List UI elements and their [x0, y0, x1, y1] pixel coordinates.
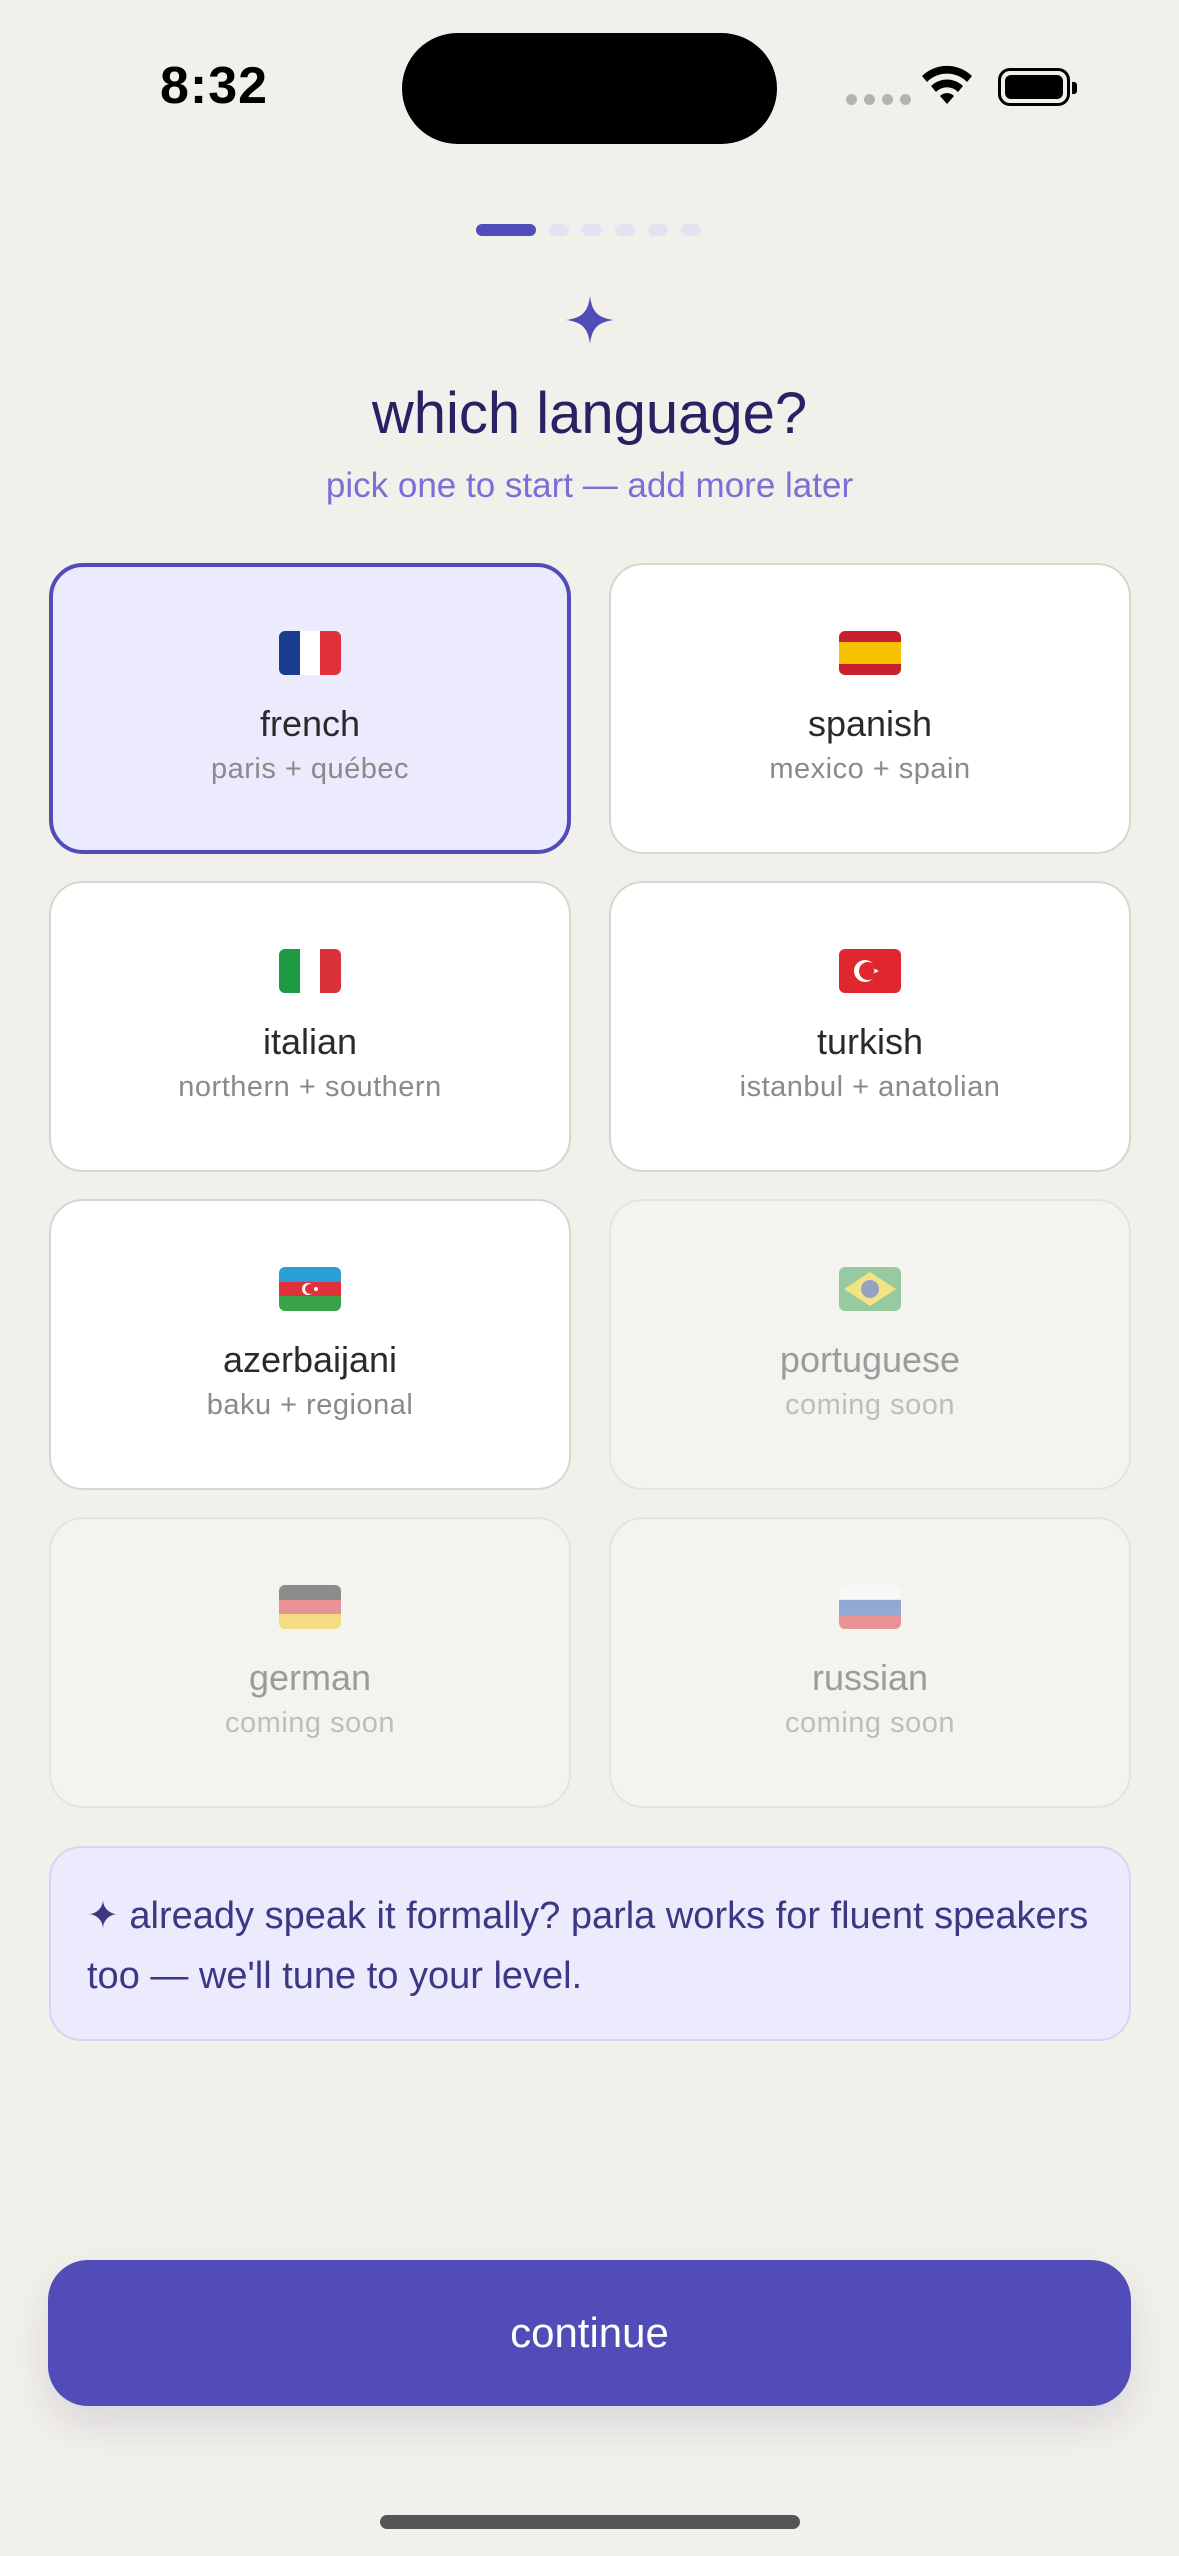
language-name: german — [248, 1657, 372, 1698]
language-name: italian — [262, 1021, 358, 1062]
language-region: istanbul + anatolian — [739, 1071, 1001, 1103]
language-card-german: german coming soon — [49, 1517, 571, 1808]
language-card-spanish[interactable]: spanish mexico + spain — [609, 563, 1131, 854]
onboarding-progress — [476, 224, 701, 236]
flag-azerbaijan-icon — [279, 1267, 341, 1311]
status-bar: 8:32 — [0, 0, 1179, 180]
flag-russia-icon — [839, 1585, 901, 1629]
progress-step-active — [476, 224, 536, 236]
language-region: coming soon — [785, 1389, 955, 1421]
flag-italy-icon — [279, 949, 341, 993]
language-card-italian[interactable]: italian northern + southern — [49, 881, 571, 1172]
sparkle-icon — [0, 296, 1179, 349]
language-region: northern + southern — [178, 1071, 442, 1103]
language-name: russian — [811, 1657, 929, 1698]
progress-step — [648, 224, 668, 236]
language-region: coming soon — [785, 1707, 955, 1739]
language-card-turkish[interactable]: turkish istanbul + anatolian — [609, 881, 1131, 1172]
wifi-icon — [922, 65, 972, 104]
page-subtitle: pick one to start — add more later — [325, 466, 854, 505]
home-indicator[interactable] — [380, 2515, 800, 2529]
flag-spain-icon — [839, 631, 901, 675]
language-region: mexico + spain — [769, 753, 971, 785]
language-card-azerbaijani[interactable]: azerbaijani baku + regional — [49, 1199, 571, 1490]
note-text: ✦ already speak it formally? parla works… — [87, 1895, 1089, 1997]
status-time: 8:32 — [160, 57, 269, 115]
continue-button[interactable]: continue — [48, 2260, 1131, 2406]
cellular-signal-icon — [846, 94, 911, 105]
progress-step — [549, 224, 569, 236]
language-name: spanish — [807, 703, 933, 744]
language-name: portuguese — [779, 1339, 961, 1380]
battery-icon — [998, 68, 1077, 106]
language-grid: french paris + québec spanish mexico + s… — [49, 563, 1131, 1808]
language-name: french — [259, 703, 361, 744]
flag-turkey-icon — [839, 949, 901, 993]
language-card-russian: russian coming soon — [609, 1517, 1131, 1808]
progress-step — [681, 224, 701, 236]
progress-step — [582, 224, 602, 236]
language-region: coming soon — [225, 1707, 395, 1739]
flag-france-icon — [279, 631, 341, 675]
language-region: baku + regional — [206, 1389, 414, 1421]
language-name: turkish — [816, 1021, 924, 1062]
language-region: paris + québec — [210, 753, 410, 785]
flag-brazil-icon — [839, 1267, 901, 1311]
flag-germany-icon — [279, 1585, 341, 1629]
language-card-portuguese: portuguese coming soon — [609, 1199, 1131, 1490]
page-title: which language? — [371, 381, 808, 446]
fluent-speakers-note: ✦ already speak it formally? parla works… — [49, 1846, 1131, 2041]
dynamic-island — [402, 33, 777, 144]
language-card-french[interactable]: french paris + québec — [49, 563, 571, 854]
language-name: azerbaijani — [222, 1339, 398, 1380]
progress-step — [615, 224, 635, 236]
